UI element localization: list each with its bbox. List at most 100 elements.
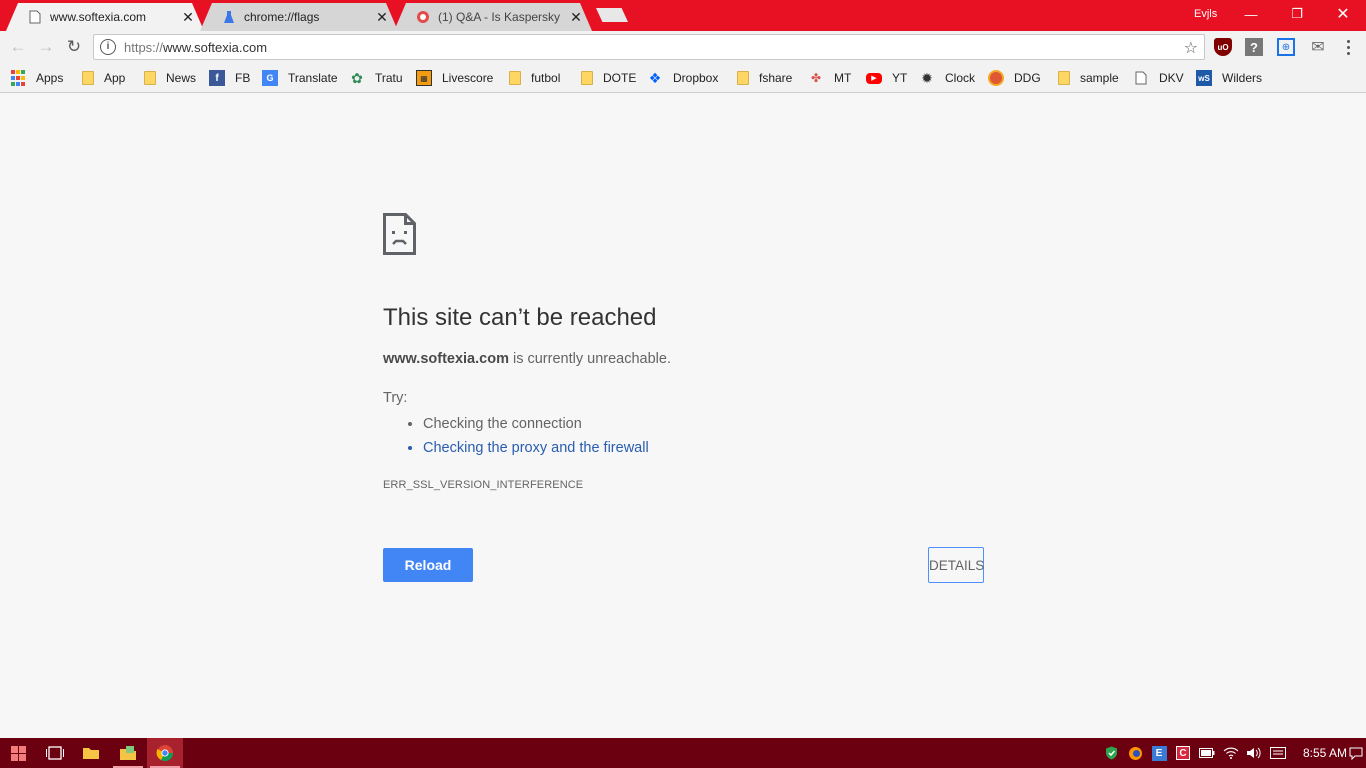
start-button[interactable] <box>0 738 36 768</box>
suggestion-check-connection: Checking the connection <box>423 412 649 436</box>
bookmark-label: sample <box>1080 71 1119 85</box>
url-scheme: https:// <box>124 39 164 55</box>
bookmark-clock[interactable]: ✹ Clock <box>919 69 975 87</box>
volume-icon[interactable] <box>1243 738 1265 768</box>
close-tab-icon[interactable]: ✕ <box>180 9 196 26</box>
security-shield-icon[interactable] <box>1100 738 1122 768</box>
error-description: www.softexia.com is currently unreachabl… <box>383 351 671 367</box>
error-host: www.softexia.com <box>383 351 509 367</box>
bookmark-sample[interactable]: sample <box>1056 69 1119 87</box>
profile-name[interactable]: Evjls <box>1194 8 1217 20</box>
error-title: This site can’t be reached <box>383 304 657 331</box>
bookmark-ddg[interactable]: DDG <box>988 69 1041 87</box>
reload-button[interactable]: Reload <box>383 548 473 582</box>
bookmark-news[interactable]: News <box>142 69 196 87</box>
facebook-icon: f <box>209 70 225 86</box>
bookmark-label: News <box>166 71 197 85</box>
star-icon[interactable]: ☆ <box>1184 38 1198 58</box>
translate-icon: G <box>262 70 278 86</box>
error-code: ERR_SSL_VERSION_INTERFERENCE <box>383 479 584 491</box>
kaspersky-icon <box>416 10 430 24</box>
bookmark-fshare[interactable]: fshare <box>735 69 792 87</box>
mail-icon[interactable]: ✉ <box>1309 38 1327 56</box>
bookmark-app[interactable]: App <box>80 69 125 87</box>
close-window-icon[interactable]: ✕ <box>1320 0 1366 28</box>
bookmark-label: Livescore <box>442 71 494 85</box>
minimize-icon[interactable]: — <box>1228 0 1274 28</box>
new-tab-button[interactable] <box>596 8 628 22</box>
bookmark-label: Clock <box>945 71 976 85</box>
error-page: This site can’t be reached www.softexia.… <box>0 94 1366 738</box>
c-app-glyph: C <box>1176 746 1190 760</box>
screen-capture-icon[interactable]: ⊕ <box>1277 38 1295 56</box>
page-icon <box>28 10 42 24</box>
bookmark-futbol[interactable]: futbol <box>507 69 560 87</box>
bookmark-label: DOTE <box>603 71 637 85</box>
info-icon[interactable]: i <box>100 39 116 55</box>
ublock-origin-icon[interactable]: uO <box>1214 38 1232 56</box>
folder-icon <box>144 71 156 85</box>
wilders-icon: wS <box>1196 70 1212 86</box>
error-description-text: is currently unreachable. <box>508 351 671 367</box>
address-bar[interactable]: i https://www.softexia.com ☆ <box>93 34 1205 60</box>
file-explorer-icon[interactable] <box>73 738 109 768</box>
youtube-icon: ▶ <box>866 72 882 84</box>
ccleaner-tray-icon[interactable]: C <box>1172 738 1194 768</box>
e-app-tray-icon[interactable]: E <box>1148 738 1170 768</box>
taskbar-clock[interactable]: 8:55 AM <box>1303 746 1347 760</box>
restore-icon[interactable]: ❐ <box>1274 0 1320 28</box>
bookmark-label: Dropbox <box>673 71 719 85</box>
folder-icon <box>1058 71 1070 85</box>
bookmark-label: futbol <box>531 71 561 85</box>
tab-kaspersky-qa[interactable]: (1) Q&A - Is Kaspersky Co ✕ <box>394 3 592 31</box>
toolbar: ← → ↻ i https://www.softexia.com ☆ uO ? … <box>0 31 1366 63</box>
bookmark-translate[interactable]: G Translate <box>262 69 338 87</box>
bookmark-dropbox[interactable]: ❖ Dropbox <box>647 69 719 87</box>
close-tab-icon[interactable]: ✕ <box>568 9 584 26</box>
details-button[interactable]: DETAILS <box>928 547 984 583</box>
bookmarks-bar: Apps App News f FB G Translate ✿ Tratu ▦… <box>0 63 1366 93</box>
chrome-taskbar-icon[interactable] <box>147 738 183 768</box>
suggestions-list: Checking the connection Checking the pro… <box>403 412 649 460</box>
bookmark-apps[interactable]: Apps <box>10 69 63 87</box>
back-arrow-icon[interactable]: ← <box>7 36 29 58</box>
bookmark-yt[interactable]: ▶ YT <box>866 69 907 87</box>
sad-page-icon <box>383 213 416 255</box>
apps-grid-icon <box>10 70 26 86</box>
battery-icon[interactable] <box>1196 738 1218 768</box>
input-indicator-icon[interactable] <box>1267 738 1289 768</box>
bookmark-dkv[interactable]: DKV <box>1133 69 1184 87</box>
flask-icon <box>222 10 236 24</box>
wifi-icon[interactable] <box>1220 738 1242 768</box>
bookmark-tratu[interactable]: ✿ Tratu <box>349 69 403 87</box>
action-center-icon[interactable] <box>1346 738 1366 768</box>
bookmark-livescore[interactable]: ▦ Livescore <box>416 69 493 87</box>
bookmark-label: Wilders <box>1222 71 1263 85</box>
address-url[interactable]: https://www.softexia.com <box>124 40 267 55</box>
reload-icon[interactable]: ↻ <box>63 36 85 58</box>
forward-arrow-icon[interactable]: → <box>35 36 57 58</box>
tab-chrome-flags[interactable]: chrome://flags ✕ <box>200 3 398 31</box>
tab-softexia[interactable]: www.softexia.com ✕ <box>6 3 204 31</box>
page-icon <box>1133 70 1149 86</box>
close-tab-icon[interactable]: ✕ <box>374 9 390 26</box>
task-view-icon[interactable] <box>37 738 73 768</box>
clock-icon: ✹ <box>921 69 933 86</box>
taskbar: E C 8:55 AM <box>0 738 1366 768</box>
bookmark-mt[interactable]: ✤ MT <box>808 69 851 87</box>
bookmark-wilders[interactable]: wS Wilders <box>1196 69 1262 87</box>
bookmark-label: Translate <box>288 71 338 85</box>
help-extension-icon[interactable]: ? <box>1245 38 1263 56</box>
bookmark-label: fshare <box>759 71 793 85</box>
try-label: Try: <box>383 390 408 406</box>
bookmark-dote[interactable]: DOTE <box>579 69 636 87</box>
chrome-menu-icon[interactable] <box>1344 38 1352 56</box>
folder-icon <box>82 71 94 85</box>
explorer-window-icon[interactable] <box>110 738 146 768</box>
duckduckgo-icon <box>988 70 1004 86</box>
suggestion-check-proxy-link[interactable]: Checking the proxy and the firewall <box>423 436 649 460</box>
firefox-tray-icon[interactable] <box>1124 738 1146 768</box>
bookmark-fb[interactable]: f FB <box>209 69 250 87</box>
tab-title: www.softexia.com <box>50 10 147 24</box>
bookmark-label: Tratu <box>375 71 403 85</box>
